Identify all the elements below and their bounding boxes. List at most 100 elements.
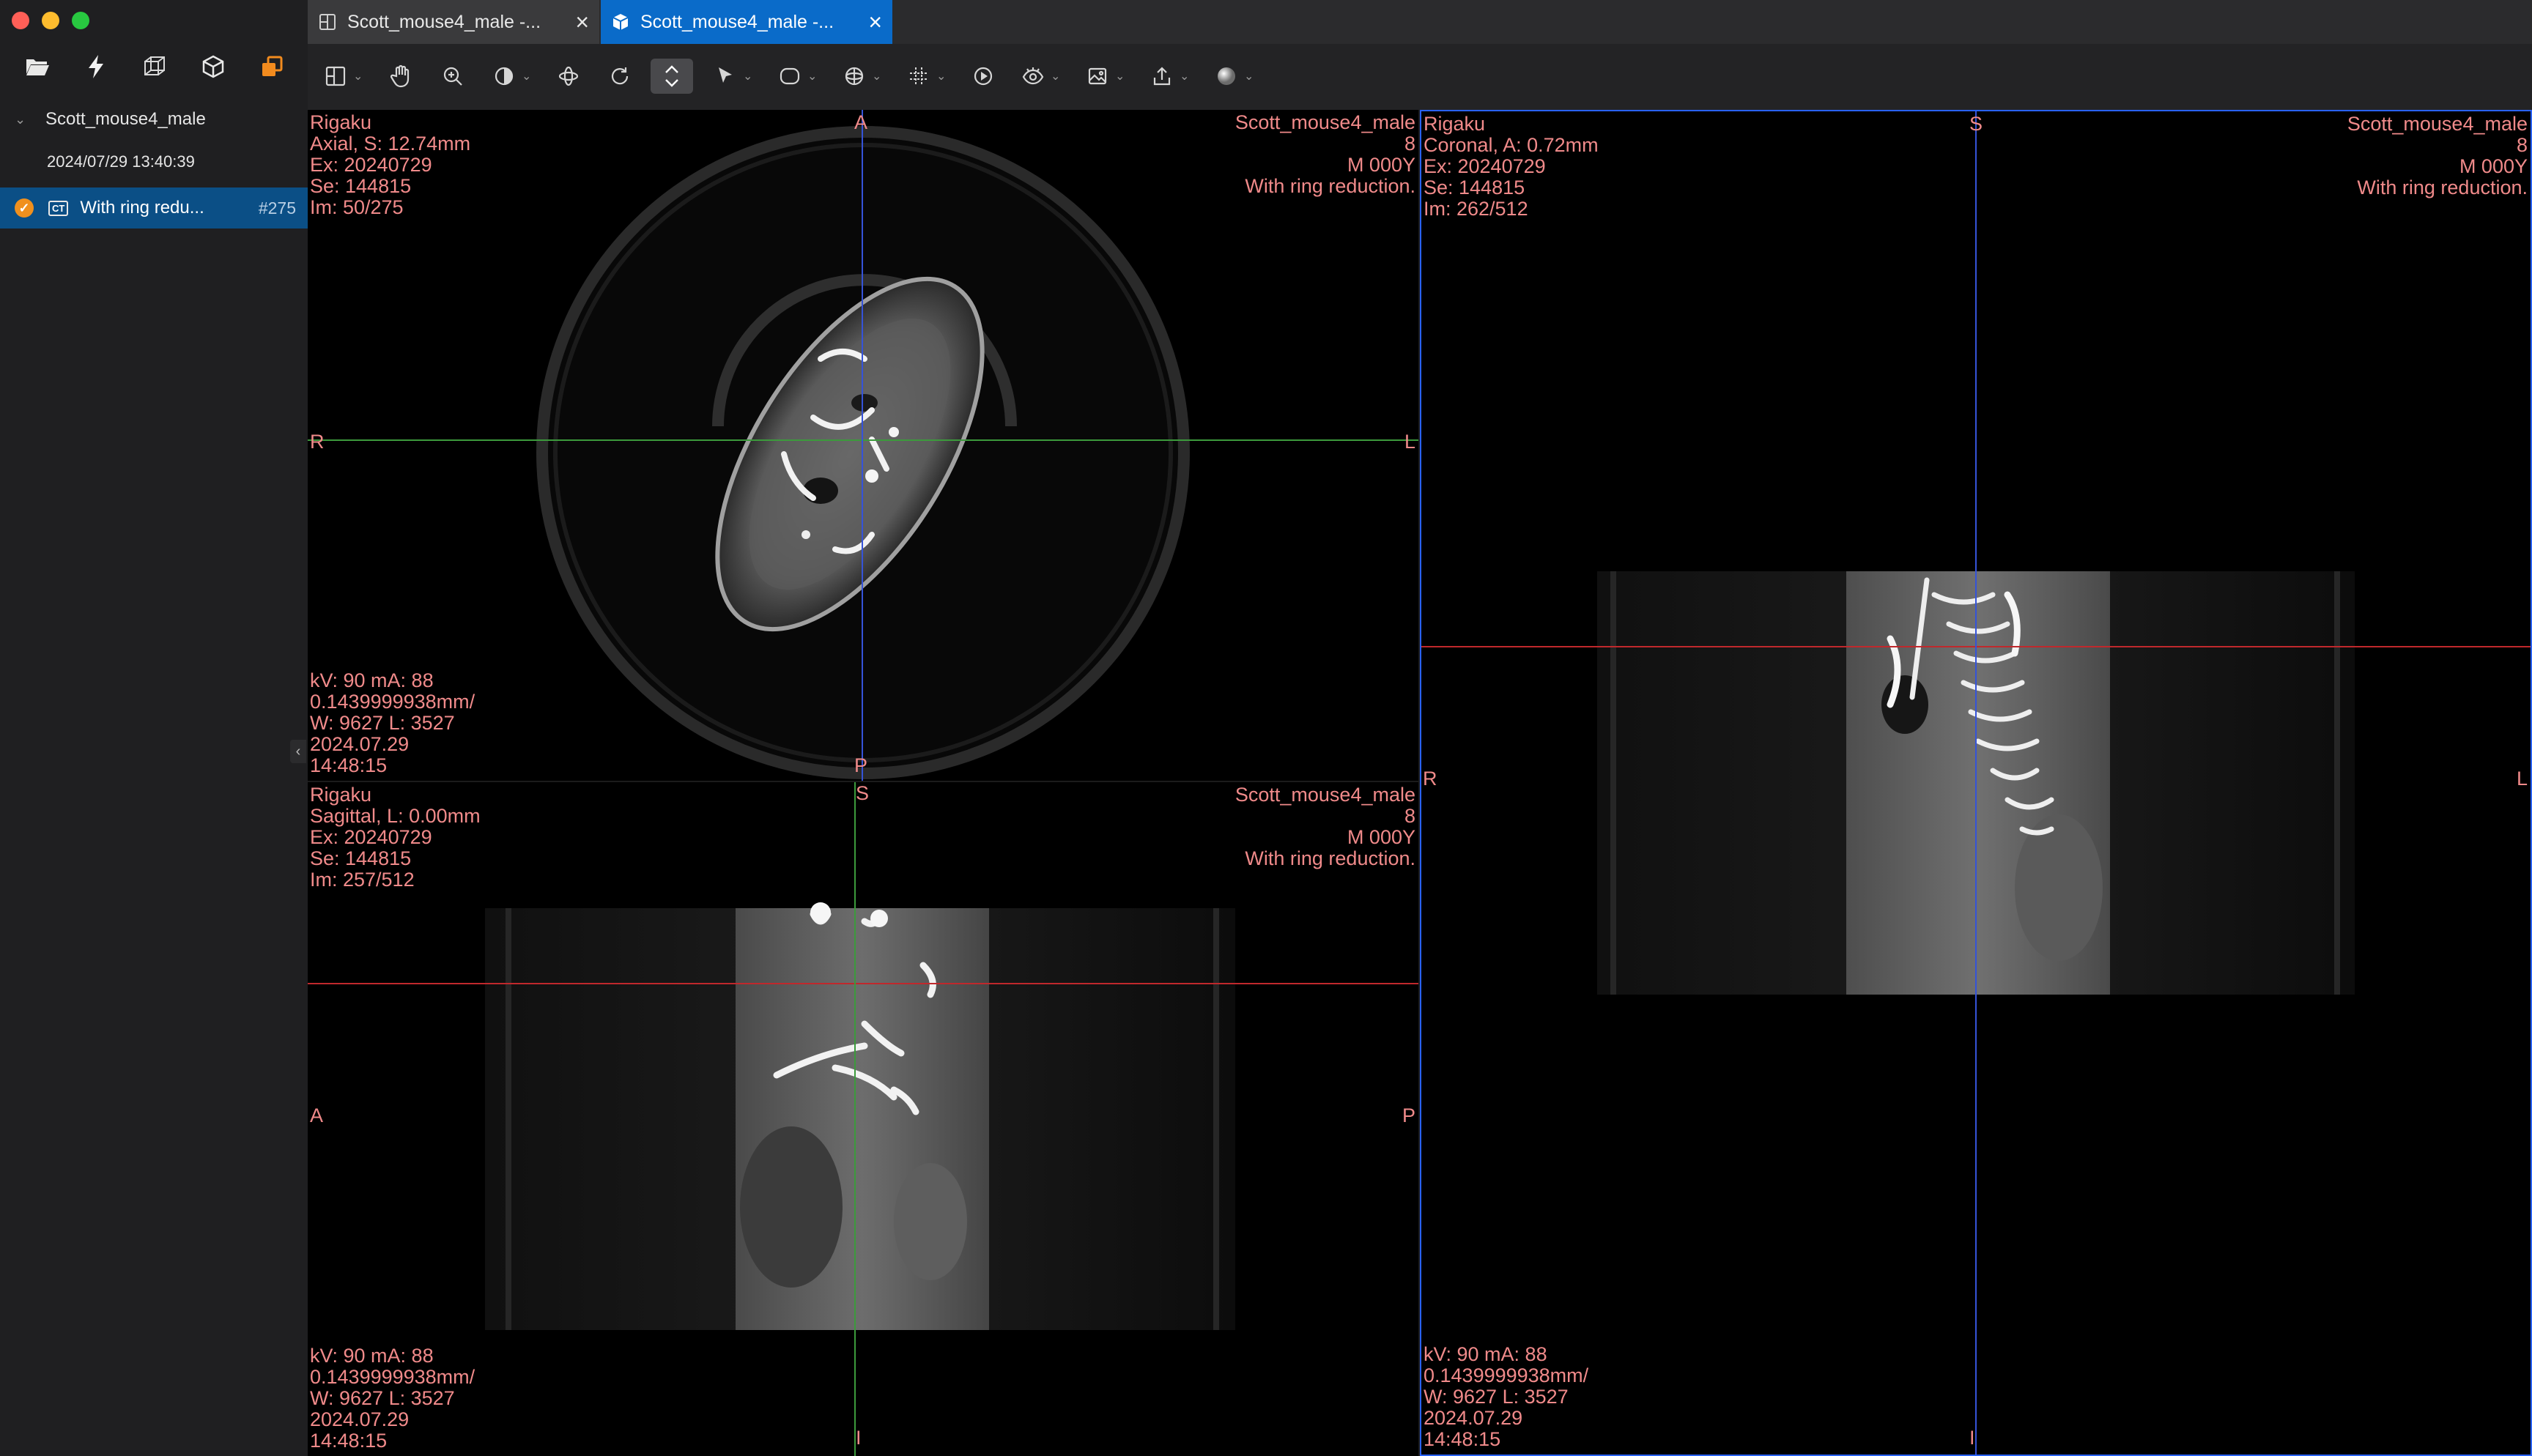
orientation-right: L xyxy=(1404,431,1415,453)
overlay-bottom-left: kV: 90 mA: 88 0.1439999938mm/ W: 9627 L:… xyxy=(1424,1343,1589,1450)
orientation-top: S xyxy=(856,782,870,804)
chevron-down-icon[interactable]: ⌄ xyxy=(807,69,817,83)
export-icon xyxy=(1146,60,1178,92)
chevron-down-icon[interactable]: ⌄ xyxy=(15,112,32,127)
image-button[interactable]: ⌄ xyxy=(1081,59,1125,94)
layout-icon xyxy=(319,60,352,92)
axial-viewport[interactable]: Rigaku Axial, S: 12.74mm Ex: 20240729 Se… xyxy=(308,110,1418,781)
cine-play-icon xyxy=(967,60,999,92)
checkmark-icon: ✓ xyxy=(15,198,34,218)
overlay-bottom-left: kV: 90 mA: 88 0.1439999938mm/ W: 9627 L:… xyxy=(310,669,475,776)
chevron-down-icon[interactable]: ⌄ xyxy=(743,69,752,83)
series-image-count: #275 xyxy=(258,198,296,218)
orientation-left: A xyxy=(310,1104,324,1126)
zoom-icon xyxy=(437,60,469,92)
rotate-icon xyxy=(604,60,636,92)
study-datetime: 2024/07/29 13:40:39 xyxy=(47,152,195,171)
orientation-left: R xyxy=(1423,768,1437,790)
pan-button[interactable] xyxy=(385,59,418,94)
crosshair-icon xyxy=(903,60,935,92)
orientation-right: P xyxy=(1402,1104,1415,1126)
series-list-item[interactable]: ✓ CT With ring redu... #275 xyxy=(0,187,308,229)
study-tree-item[interactable]: ⌄ Scott_mouse4_male xyxy=(0,107,308,132)
series-label: With ring redu... xyxy=(80,198,204,218)
chevron-down-icon[interactable]: ⌄ xyxy=(1051,69,1060,83)
viewer-toolbar: ⌄ ⌄ ⌄ ⌄ ⌄ ⌄ ⌄ ⌄ ⌄ ⌄ xyxy=(308,44,2532,111)
orientation-top: S xyxy=(1969,113,1983,135)
modality-badge: CT xyxy=(48,200,69,216)
zoom-window-button[interactable] xyxy=(72,12,89,29)
app-window: ⌄ Scott_mouse4_male 2024/07/29 13:40:39 … xyxy=(0,0,2532,1456)
roi-icon xyxy=(774,60,806,92)
pointer-icon xyxy=(709,60,741,92)
close-window-button[interactable] xyxy=(12,12,29,29)
crosshair-button[interactable]: ⌄ xyxy=(903,59,946,94)
orientation-bottom: P xyxy=(854,754,868,776)
chevron-down-icon[interactable]: ⌄ xyxy=(936,69,946,83)
rotate-3d-button[interactable] xyxy=(552,59,585,94)
chevron-down-icon[interactable]: ⌄ xyxy=(872,69,881,83)
sagittal-viewport[interactable]: Rigaku Sagittal, L: 0.00mm Ex: 20240729 … xyxy=(308,782,1418,1456)
coronal-viewport[interactable]: Rigaku Coronal, A: 0.72mm Ex: 20240729 S… xyxy=(1420,110,2532,1456)
cube-wireframe-icon[interactable] xyxy=(136,48,173,85)
shading-sphere-icon xyxy=(1210,60,1243,92)
collapse-sidebar-button[interactable]: ‹ xyxy=(290,740,306,763)
rotate-button[interactable] xyxy=(604,59,636,94)
overlay-top-right: Scott_mouse4_male 8 M 000Y With ring red… xyxy=(1234,784,1415,869)
scroll-slices-button[interactable] xyxy=(651,59,693,94)
chevron-down-icon[interactable]: ⌄ xyxy=(1244,69,1254,83)
cube-solid-icon[interactable] xyxy=(195,48,232,85)
tab-bar: Scott_mouse4_male -... × Scott_mouse4_ma… xyxy=(308,0,2532,44)
layout-button[interactable]: ⌄ xyxy=(319,59,363,94)
chevron-down-icon[interactable]: ⌄ xyxy=(1180,69,1189,83)
tab-label: Scott_mouse4_male -... xyxy=(640,11,834,32)
shading-button[interactable]: ⌄ xyxy=(1210,59,1254,94)
crosshair-vertical[interactable] xyxy=(854,782,856,1456)
cube-icon xyxy=(611,12,630,31)
orientation-bottom: I xyxy=(1969,1427,1975,1449)
minimize-window-button[interactable] xyxy=(42,12,59,29)
export-button[interactable]: ⌄ xyxy=(1146,59,1189,94)
window-level-button[interactable]: ⌄ xyxy=(488,59,531,94)
overlay-top-left: Rigaku Sagittal, L: 0.00mm Ex: 20240729 … xyxy=(310,784,481,891)
tab-viewer-2[interactable]: Scott_mouse4_male -... × xyxy=(601,0,892,44)
close-tab-button[interactable]: × xyxy=(868,10,882,34)
orientation-top: A xyxy=(854,111,868,133)
cine-play-button[interactable] xyxy=(967,59,999,94)
overlay-top-right: Scott_mouse4_male 8 M 000Y With ring red… xyxy=(2347,113,2528,198)
chevron-down-icon[interactable]: ⌄ xyxy=(522,69,531,83)
overlay-top-left: Rigaku Axial, S: 12.74mm Ex: 20240729 Se… xyxy=(310,111,471,218)
crosshair-horizontal[interactable] xyxy=(308,983,1418,984)
rotate-3d-icon xyxy=(552,60,585,92)
roi-button[interactable]: ⌄ xyxy=(774,59,817,94)
layout-icon xyxy=(318,12,337,31)
close-tab-button[interactable]: × xyxy=(575,10,589,34)
overlay-top-left: Rigaku Coronal, A: 0.72mm Ex: 20240729 S… xyxy=(1424,113,1599,220)
tab-label: Scott_mouse4_male -... xyxy=(347,11,541,32)
tab-viewer-1[interactable]: Scott_mouse4_male -... × xyxy=(308,0,599,44)
chevron-down-icon[interactable]: ⌄ xyxy=(1115,69,1125,83)
layers-orange-icon[interactable] xyxy=(253,48,290,85)
folder-open-icon[interactable] xyxy=(19,48,56,85)
sidebar: ⌄ Scott_mouse4_male 2024/07/29 13:40:39 … xyxy=(0,0,309,1456)
visibility-button[interactable]: ⌄ xyxy=(1017,59,1060,94)
scroll-slices-icon xyxy=(656,60,688,92)
lightning-icon[interactable] xyxy=(78,48,114,85)
image-icon xyxy=(1081,60,1114,92)
orientation-left: R xyxy=(310,431,325,453)
orientation-bottom: I xyxy=(856,1427,862,1449)
sphere-button[interactable]: ⌄ xyxy=(838,59,881,94)
chevron-down-icon[interactable]: ⌄ xyxy=(353,69,363,83)
orientation-right: L xyxy=(2516,768,2528,790)
sidebar-toolbar xyxy=(19,48,290,85)
overlay-bottom-left: kV: 90 mA: 88 0.1439999938mm/ W: 9627 L:… xyxy=(310,1345,475,1452)
crosshair-horizontal[interactable] xyxy=(308,439,1418,441)
window-level-icon xyxy=(488,60,520,92)
overlay-top-right: Scott_mouse4_male 8 M 000Y With ring red… xyxy=(1234,111,1415,197)
pointer-button[interactable]: ⌄ xyxy=(709,59,752,94)
crosshair-vertical[interactable] xyxy=(1975,111,1977,1455)
crosshair-vertical[interactable] xyxy=(862,110,863,781)
zoom-button[interactable] xyxy=(437,59,469,94)
visibility-icon xyxy=(1017,60,1049,92)
sphere-icon xyxy=(838,60,870,92)
